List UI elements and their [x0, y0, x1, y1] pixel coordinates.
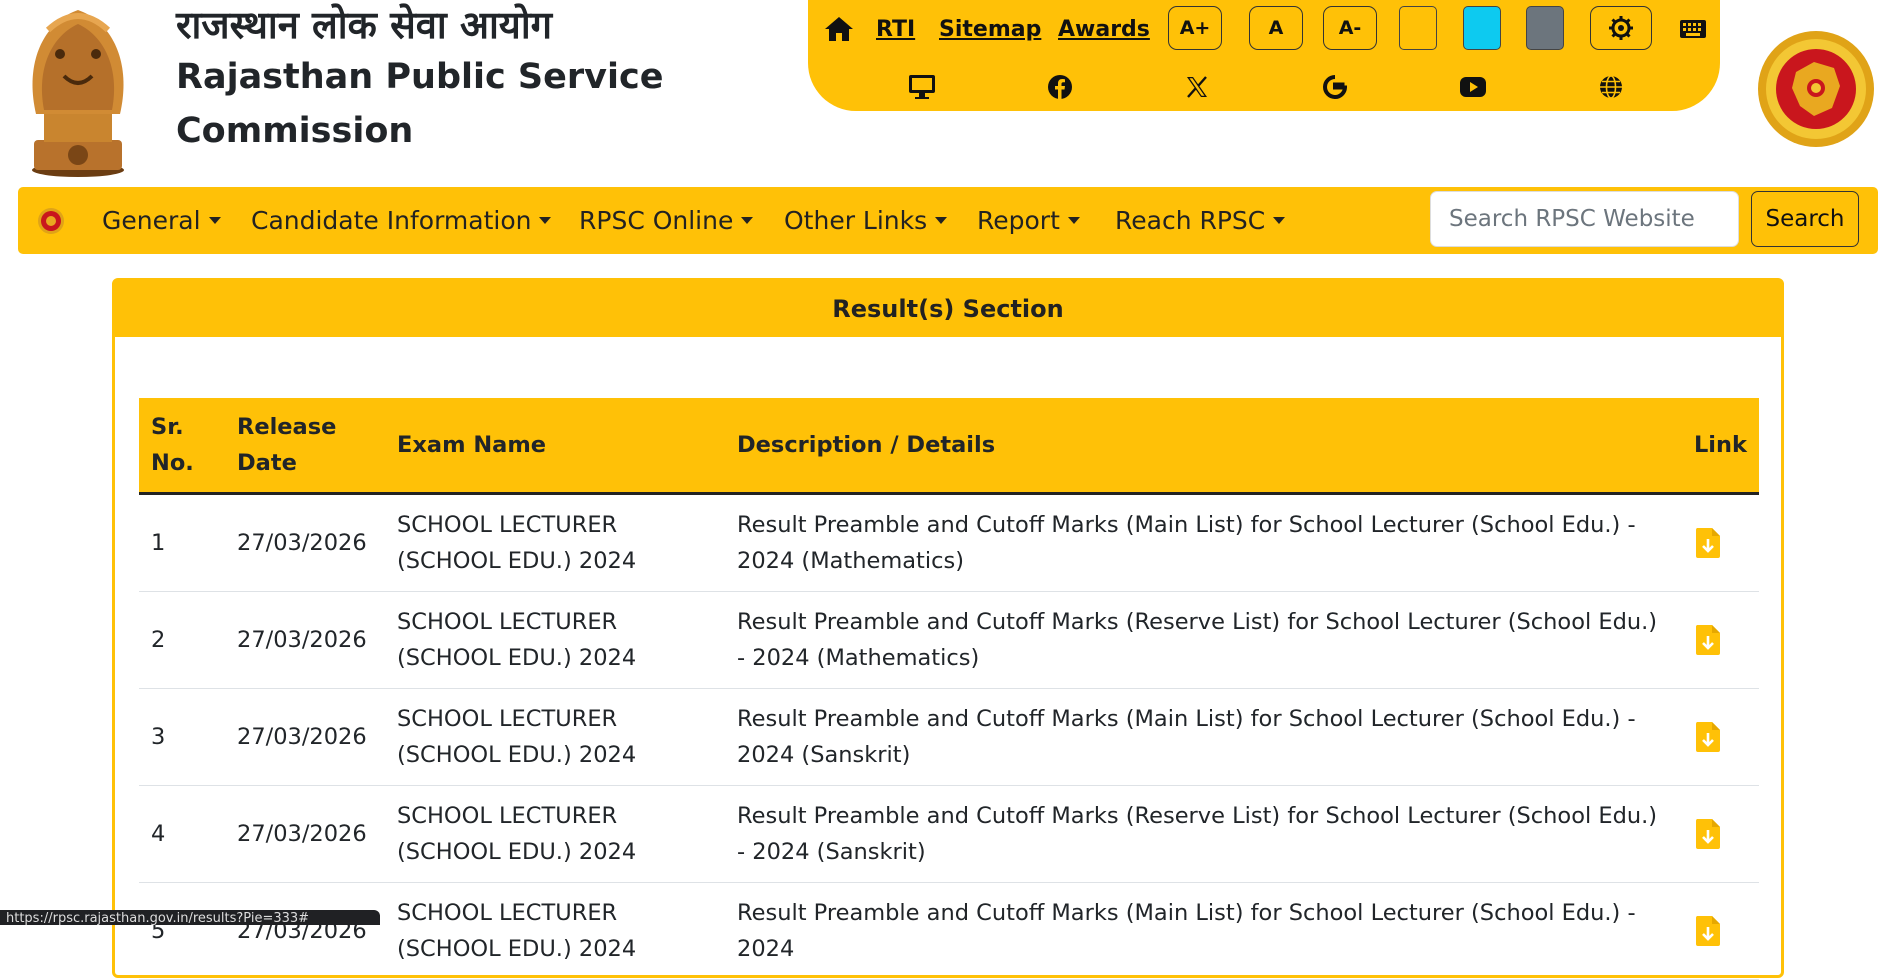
exam-name-cell: SCHOOL LECTURER (SCHOOL EDU.) 2024 [385, 493, 725, 592]
search-button[interactable]: Search [1751, 191, 1859, 247]
chevron-down-icon [1273, 217, 1286, 224]
table-row: 2 27/03/2026 SCHOOL LECTURER (SCHOOL EDU… [139, 591, 1759, 689]
rpsc-logo [1758, 31, 1874, 147]
file-download-icon[interactable] [1694, 721, 1722, 753]
file-download-icon[interactable] [1694, 624, 1722, 656]
home-icon[interactable] [822, 12, 856, 46]
main-navbar: General Candidate Information RPSC Onlin… [18, 187, 1878, 254]
release-date-cell: 27/03/2026 [225, 882, 385, 980]
release-date-cell: 27/03/2026 [225, 785, 385, 883]
globe-icon[interactable] [1594, 70, 1628, 104]
column-header-description: Description / Details [725, 398, 1682, 495]
national-emblem-logo [32, 10, 124, 177]
description-cell: Result Preamble and Cutoff Marks (Reserv… [725, 785, 1682, 883]
description-cell: Result Preamble and Cutoff Marks (Main L… [725, 493, 1682, 592]
table-row: 5 27/03/2026 SCHOOL LECTURER (SCHOOL EDU… [139, 882, 1759, 980]
title-english-line2: Commission [176, 111, 414, 151]
settings-gear-icon[interactable] [1590, 6, 1652, 50]
table-header-row: Sr. No. Release Date Exam Name Descripti… [139, 398, 1759, 495]
nav-rpsc-online[interactable]: RPSC Online [579, 187, 754, 254]
nav-general-label: General [102, 206, 201, 235]
exam-name-cell: SCHOOL LECTURER (SCHOOL EDU.) 2024 [385, 882, 725, 980]
file-download-icon[interactable] [1694, 818, 1722, 850]
chevron-down-icon [935, 217, 948, 224]
sr-no-cell: 4 [139, 785, 225, 883]
exam-name-cell: SCHOOL LECTURER (SCHOOL EDU.) 2024 [385, 688, 725, 786]
table-row: 1 27/03/2026 SCHOOL LECTURER (SCHOOL EDU… [139, 493, 1759, 592]
youtube-icon[interactable] [1456, 70, 1490, 104]
nav-reach-rpsc[interactable]: Reach RPSC [1115, 187, 1286, 254]
sr-no-cell: 5 [139, 882, 225, 980]
results-section-title: Result(s) Section [115, 281, 1781, 337]
column-header-exam-name: Exam Name [385, 398, 725, 495]
table-row: 3 27/03/2026 SCHOOL LECTURER (SCHOOL EDU… [139, 688, 1759, 786]
title-english-line1: Rajasthan Public Service [176, 57, 664, 97]
column-header-release-date: Release Date [225, 398, 385, 495]
browser-status-url: https://rpsc.rajasthan.gov.in/results?Pi… [0, 910, 380, 925]
file-download-icon[interactable] [1694, 527, 1722, 559]
results-section-card: Result(s) Section Sr. No. Release Date E… [112, 278, 1784, 980]
x-twitter-icon[interactable] [1180, 70, 1214, 104]
desktop-icon[interactable] [905, 70, 939, 104]
link-cell [1681, 882, 1759, 980]
file-download-icon[interactable] [1694, 915, 1722, 947]
table-row: 4 27/03/2026 SCHOOL LECTURER (SCHOOL EDU… [139, 785, 1759, 883]
column-header-link: Link [1681, 398, 1759, 495]
nav-report[interactable]: Report [977, 187, 1080, 254]
link-cell [1681, 591, 1759, 689]
nav-rpsc-online-label: RPSC Online [579, 206, 734, 235]
theme-gray-swatch[interactable] [1526, 6, 1564, 50]
description-cell: Result Preamble and Cutoff Marks (Reserv… [725, 591, 1682, 689]
nav-other-links[interactable]: Other Links [784, 187, 948, 254]
sr-no-cell: 3 [139, 688, 225, 786]
site-title: राजस्थान लोक सेवा आयोग Rajasthan Public … [176, 0, 663, 158]
rpsc-nav-logo[interactable] [37, 207, 65, 235]
link-cell [1681, 785, 1759, 883]
facebook-icon[interactable] [1043, 70, 1077, 104]
column-header-sr-no: Sr. No. [139, 398, 225, 495]
exam-name-cell: SCHOOL LECTURER (SCHOOL EDU.) 2024 [385, 785, 725, 883]
sr-no-cell: 2 [139, 591, 225, 689]
theme-yellow-swatch[interactable] [1399, 6, 1437, 50]
link-cell [1681, 688, 1759, 786]
nav-general[interactable]: General [102, 187, 221, 254]
chevron-down-icon [208, 217, 221, 224]
nav-candidate-information[interactable]: Candidate Information [251, 187, 552, 254]
font-normal-button[interactable]: A [1249, 6, 1303, 50]
rti-link[interactable]: RTI [876, 10, 915, 48]
font-decrease-button[interactable]: A- [1323, 6, 1377, 50]
google-icon[interactable] [1318, 70, 1352, 104]
nav-other-links-label: Other Links [784, 206, 928, 235]
awards-link[interactable]: Awards [1058, 10, 1150, 48]
nav-reach-rpsc-label: Reach RPSC [1115, 206, 1266, 235]
link-cell [1681, 493, 1759, 592]
release-date-cell: 27/03/2026 [225, 688, 385, 786]
chevron-down-icon [1067, 217, 1080, 224]
search-input[interactable] [1430, 191, 1739, 247]
theme-cyan-swatch[interactable] [1463, 6, 1501, 50]
exam-name-cell: SCHOOL LECTURER (SCHOOL EDU.) 2024 [385, 591, 725, 689]
keyboard-icon[interactable] [1676, 12, 1710, 46]
font-increase-button[interactable]: A+ [1168, 6, 1222, 50]
description-cell: Result Preamble and Cutoff Marks (Main L… [725, 882, 1682, 980]
chevron-down-icon [539, 217, 552, 224]
nav-report-label: Report [977, 206, 1060, 235]
release-date-cell: 27/03/2026 [225, 591, 385, 689]
title-hindi: राजस्थान लोक सेवा आयोग [176, 3, 553, 47]
results-table: Sr. No. Release Date Exam Name Descripti… [139, 398, 1759, 980]
chevron-down-icon [741, 217, 754, 224]
description-cell: Result Preamble and Cutoff Marks (Main L… [725, 688, 1682, 786]
accessibility-toolbar: RTI Sitemap Awards A+ A A- [808, 0, 1720, 111]
nav-candidate-information-label: Candidate Information [251, 206, 532, 235]
release-date-cell: 27/03/2026 [225, 493, 385, 592]
sr-no-cell: 1 [139, 493, 225, 592]
sitemap-link[interactable]: Sitemap [939, 10, 1041, 48]
